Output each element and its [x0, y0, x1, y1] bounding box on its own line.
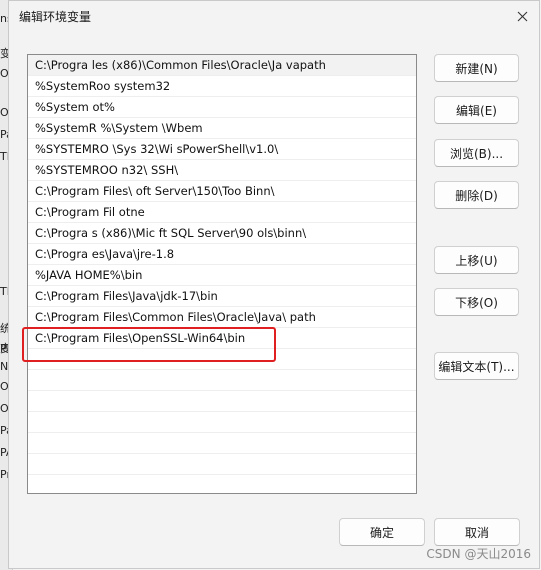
- edit-text-button[interactable]: 编辑文本(T)...: [434, 352, 519, 380]
- path-entry[interactable]: %SYSTEMRO \Sys 32\Wi sPowerShell\v1.0\: [28, 139, 416, 160]
- path-entry[interactable]: %SystemRoo system32: [28, 76, 416, 97]
- dialog-title: 编辑环境变量: [19, 10, 92, 24]
- path-entry[interactable]: [28, 454, 416, 475]
- title-bar: 编辑环境变量: [9, 1, 539, 33]
- path-entry[interactable]: [28, 370, 416, 391]
- path-entry[interactable]: [28, 475, 416, 493]
- path-entry[interactable]: C:\Program Fil otne: [28, 202, 416, 223]
- ok-button[interactable]: 确定: [339, 518, 425, 546]
- path-entry[interactable]: [28, 349, 416, 370]
- path-entry[interactable]: %SYSTEMROO n32\ SSH\: [28, 160, 416, 181]
- path-entry[interactable]: C:\Progra s (x86)\Mic ft SQL Server\90 o…: [28, 223, 416, 244]
- path-entry[interactable]: C:\Progra les (x86)\Common Files\Oracle\…: [28, 55, 416, 76]
- path-entry[interactable]: C:\Program Files\OpenSSL-Win64\bin: [28, 328, 416, 349]
- path-entry[interactable]: %SystemR %\System \Wbem: [28, 118, 416, 139]
- delete-button[interactable]: 删除(D): [434, 181, 519, 209]
- edit-environment-variable-dialog: 编辑环境变量 C:\Progra les (x86)\Common Files\…: [8, 0, 540, 569]
- path-entry[interactable]: %System ot%: [28, 97, 416, 118]
- close-icon: [517, 11, 527, 21]
- path-entry[interactable]: C:\Progra es\Java\jre-1.8: [28, 244, 416, 265]
- close-button[interactable]: [511, 5, 533, 27]
- path-entry[interactable]: C:\Program Files\Common Files\Oracle\Jav…: [28, 307, 416, 328]
- move-down-button[interactable]: 下移(O): [434, 288, 519, 316]
- move-up-button[interactable]: 上移(U): [434, 246, 519, 274]
- path-entry[interactable]: C:\Program Files\ oft Server\150\Too Bin…: [28, 181, 416, 202]
- edit-button[interactable]: 编辑(E): [434, 96, 519, 124]
- new-button[interactable]: 新建(N): [434, 54, 519, 82]
- path-entry[interactable]: C:\Program Files\Java\jdk-17\bin: [28, 286, 416, 307]
- path-list[interactable]: C:\Progra les (x86)\Common Files\Oracle\…: [27, 54, 417, 494]
- watermark: CSDN @天山2016: [426, 547, 531, 561]
- path-entry[interactable]: [28, 412, 416, 433]
- browse-button[interactable]: 浏览(B)...: [434, 139, 519, 167]
- path-entry[interactable]: %JAVA HOME%\bin: [28, 265, 416, 286]
- path-entry[interactable]: [28, 391, 416, 412]
- path-entry[interactable]: [28, 433, 416, 454]
- cancel-button[interactable]: 取消: [434, 518, 520, 546]
